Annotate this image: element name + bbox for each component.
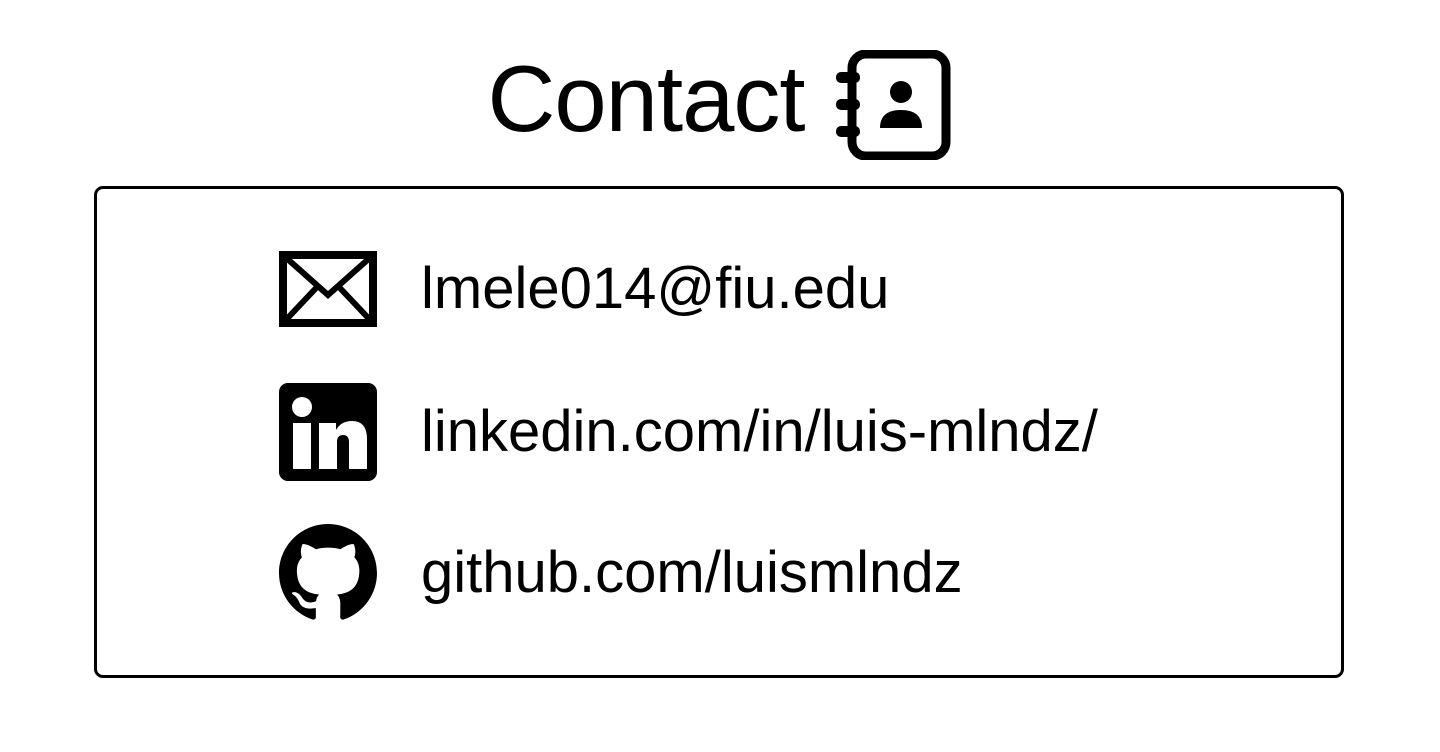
contact-book-icon [836, 50, 951, 160]
contact-row-linkedin[interactable]: linkedin.com/in/luis-mlndz/ [279, 383, 1098, 481]
github-icon [279, 524, 377, 622]
contact-row-github[interactable]: github.com/luismlndz [279, 524, 963, 622]
linkedin-link[interactable]: linkedin.com/in/luis-mlndz/ [421, 403, 1098, 461]
github-link[interactable]: github.com/luismlndz [421, 544, 963, 602]
linkedin-icon [279, 383, 377, 481]
envelope-icon [279, 240, 377, 338]
contact-card: lmele014@fiu.edu linkedin.com/in/luis-ml… [94, 186, 1344, 678]
header: Contact [0, 40, 1440, 170]
page-title: Contact [487, 46, 806, 151]
email-link[interactable]: lmele014@fiu.edu [421, 260, 889, 318]
contact-row-email[interactable]: lmele014@fiu.edu [279, 240, 889, 338]
